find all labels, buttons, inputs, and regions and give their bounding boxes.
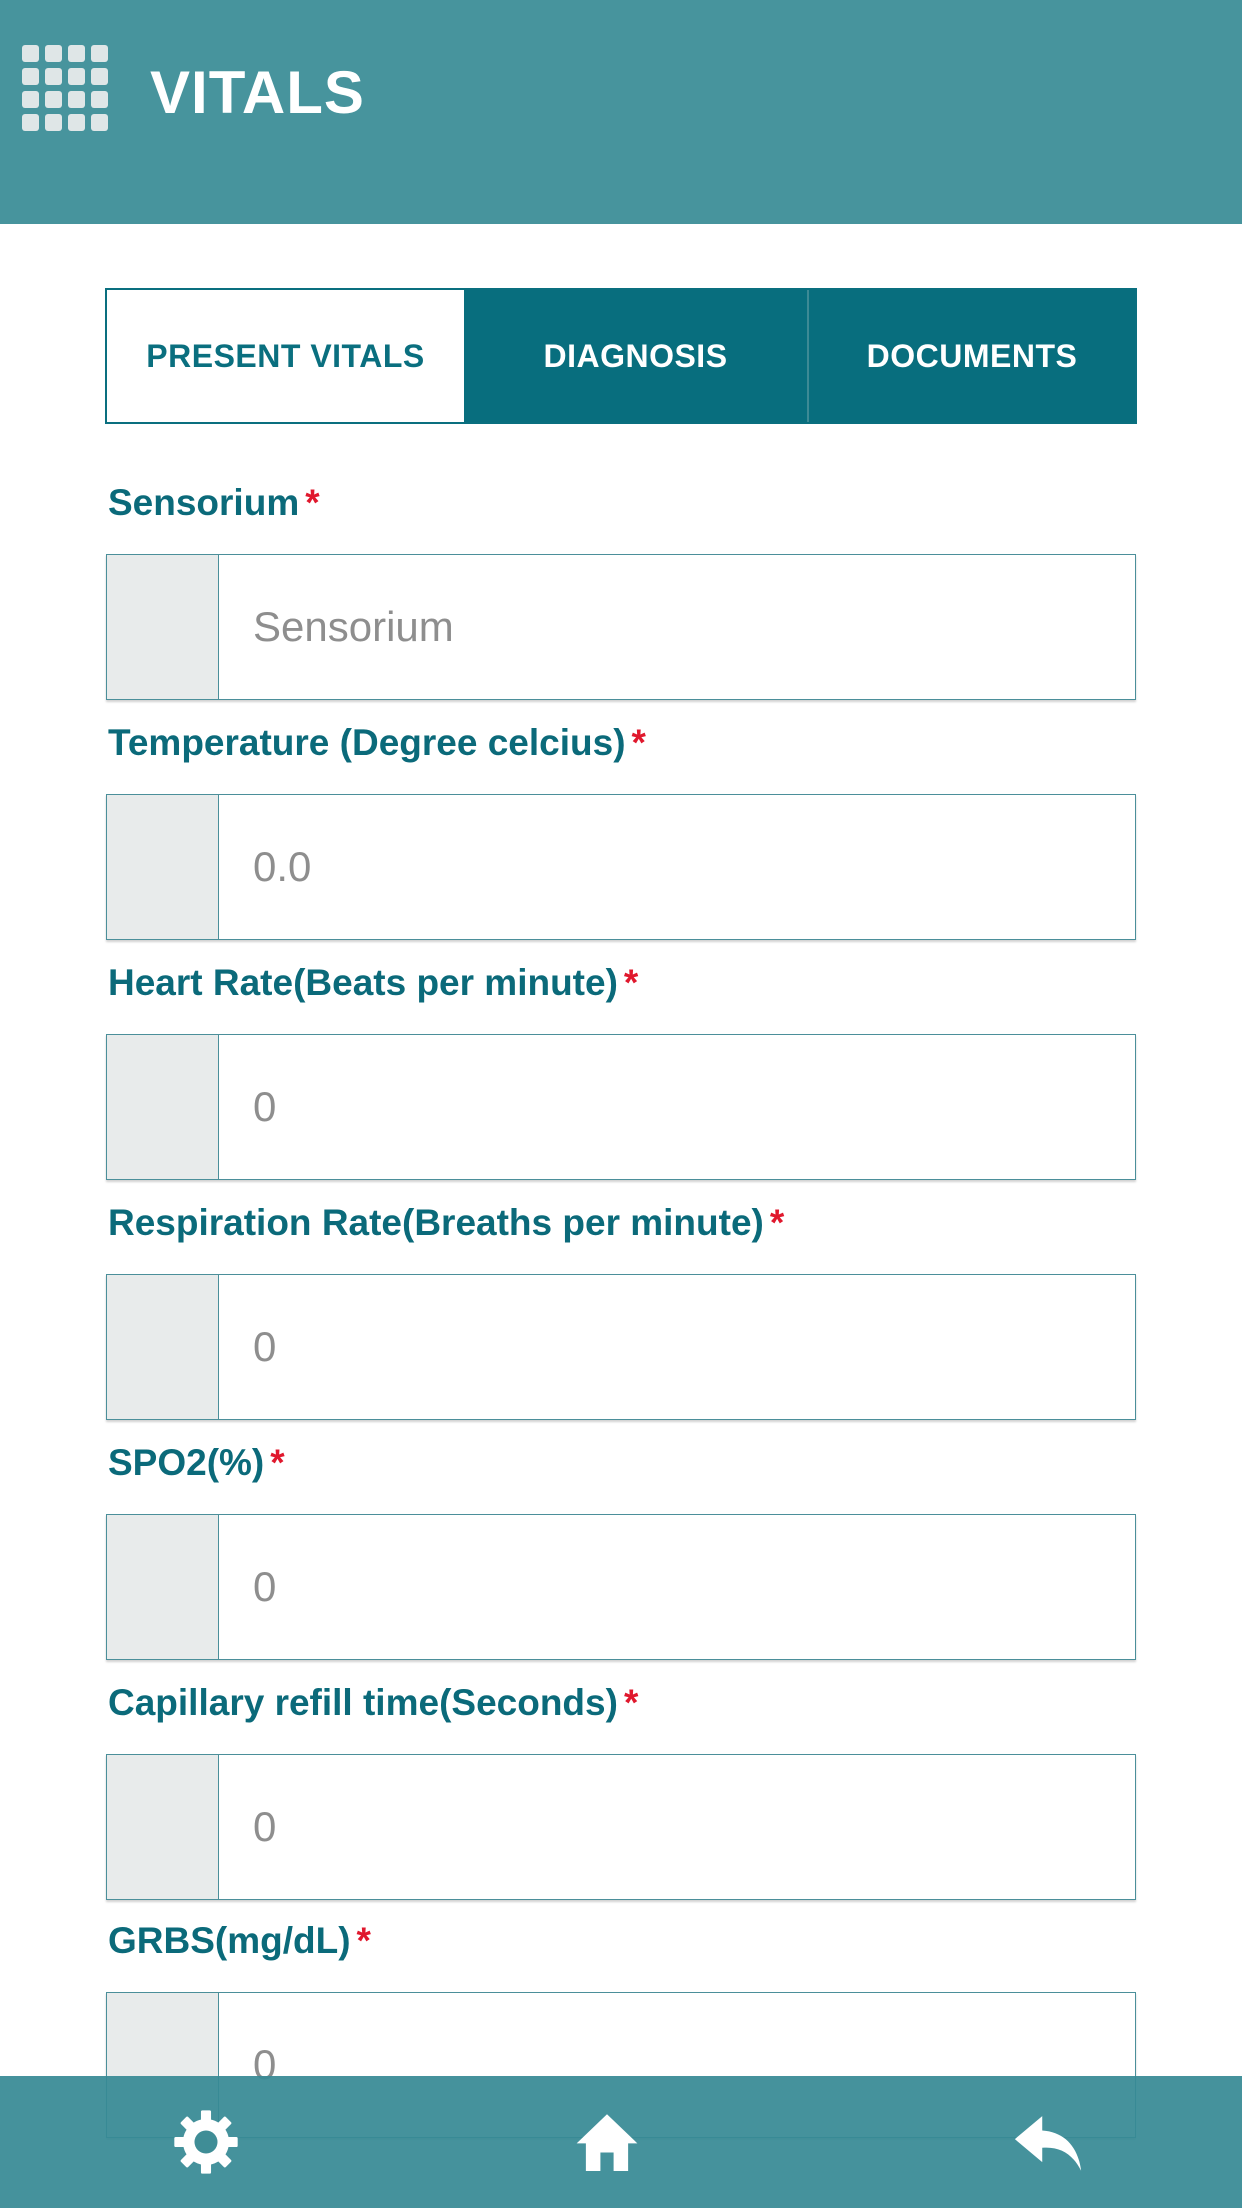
grbs-label: GRBS(mg/dL) * [108, 1920, 371, 1961]
required-mark: * [305, 482, 320, 523]
capillary-refill-input[interactable] [219, 1755, 1135, 1899]
field-prefix-box[interactable] [107, 1755, 219, 1899]
heart-rate-label: Heart Rate(Beats per minute) * [108, 962, 639, 1003]
required-mark: * [623, 962, 639, 1003]
field-prefix-box[interactable] [107, 1035, 219, 1179]
respiration-rate-field [106, 1274, 1136, 1420]
app-header: VITALS [0, 0, 1242, 224]
sensorium-label: Sensorium * [108, 482, 320, 523]
sensorium-input[interactable] [219, 555, 1135, 699]
tab-documents[interactable]: DOCUMENTS [809, 290, 1135, 422]
required-mark: * [631, 722, 646, 763]
temperature-field [106, 794, 1136, 940]
field-prefix-box[interactable] [107, 795, 219, 939]
back-icon[interactable] [1010, 2106, 1086, 2178]
required-mark: * [356, 1920, 371, 1961]
spo2-label: SPO2(%) * [108, 1442, 285, 1483]
temperature-label: Temperature (Degree celcius) * [108, 722, 646, 763]
heart-rate-input[interactable] [219, 1035, 1135, 1179]
tab-diagnosis[interactable]: DIAGNOSIS [464, 290, 809, 422]
sensorium-field [106, 554, 1136, 700]
required-mark: * [623, 1682, 639, 1723]
temperature-input[interactable] [219, 795, 1135, 939]
respiration-rate-input[interactable] [219, 1275, 1135, 1419]
field-prefix-box[interactable] [107, 1515, 219, 1659]
field-prefix-box[interactable] [107, 1275, 219, 1419]
field-prefix-box[interactable] [107, 555, 219, 699]
capillary-refill-label: Capillary refill time(Seconds) * [108, 1682, 639, 1723]
heart-rate-field [106, 1034, 1136, 1180]
tab-present-vitals[interactable]: PRESENT VITALS [107, 290, 464, 422]
grid-menu-icon[interactable] [22, 45, 108, 131]
tab-bar: PRESENT VITALS DIAGNOSIS DOCUMENTS [105, 288, 1137, 424]
spo2-field [106, 1514, 1136, 1660]
spo2-input[interactable] [219, 1515, 1135, 1659]
home-icon[interactable] [574, 2106, 640, 2178]
required-mark: * [270, 1442, 285, 1483]
bottom-toolbar [0, 2076, 1242, 2208]
capillary-refill-field [106, 1754, 1136, 1900]
settings-icon[interactable] [170, 2106, 242, 2178]
respiration-rate-label: Respiration Rate(Breaths per minute) * [108, 1202, 785, 1243]
required-mark: * [769, 1202, 785, 1243]
page-title: VITALS [150, 59, 365, 126]
